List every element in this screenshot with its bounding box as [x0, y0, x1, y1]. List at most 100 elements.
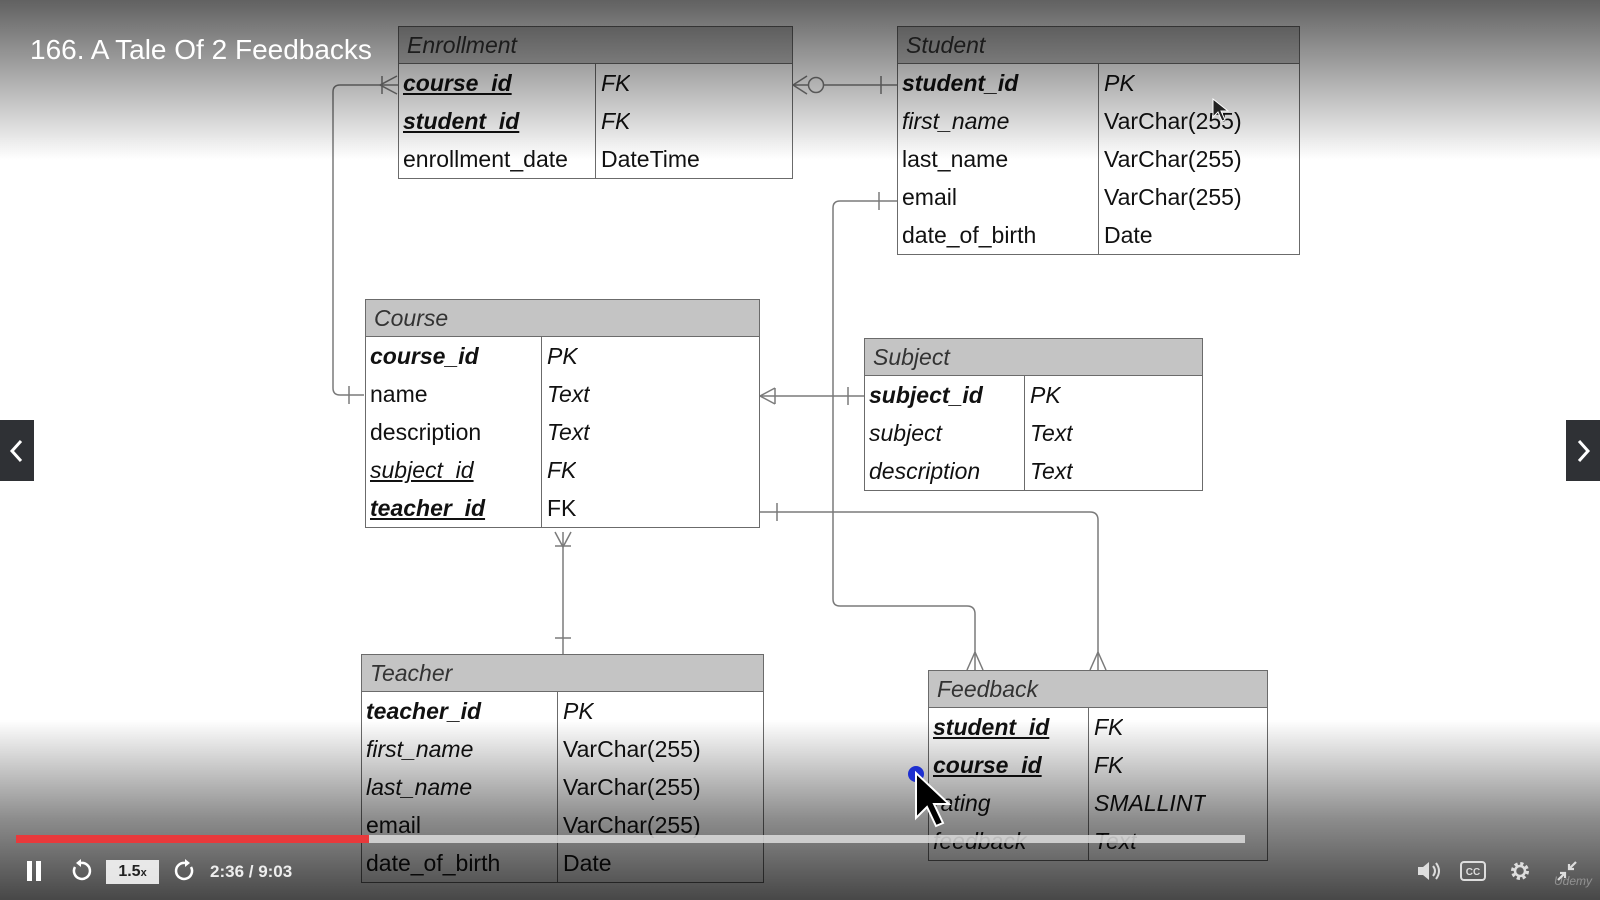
column-type: FK	[1094, 714, 1124, 740]
column-type: Text	[547, 419, 590, 445]
volume-icon	[1418, 862, 1440, 880]
column-type: VarChar(255)	[1104, 146, 1242, 172]
column-name: name	[366, 375, 542, 413]
svg-text:CC: CC	[1466, 867, 1480, 878]
column-name: date_of_birth	[362, 844, 558, 882]
table-course[interactable]: Course course_id PK name Text descriptio…	[365, 299, 760, 528]
relationship-lines	[332, 75, 1107, 671]
table-row: date_of_birth Date	[362, 844, 763, 882]
video-title: 166. A Tale Of 2 Feedbacks	[30, 34, 372, 65]
column-type: FK	[547, 495, 577, 521]
udemy-watermark: Udemy	[1553, 874, 1592, 888]
progress-bar[interactable]	[16, 835, 1245, 843]
table-row: date_of_birth Date	[898, 216, 1299, 254]
playback-speed-button[interactable]: 1.5x	[106, 860, 159, 884]
table-row: first_name VarChar(255)	[362, 730, 763, 768]
volume-button[interactable]	[1414, 856, 1444, 886]
progress-fill	[16, 835, 370, 843]
table-row: subject_id FK	[366, 451, 759, 489]
column-type: VarChar(255)	[563, 736, 701, 762]
playback-speed-value: 1.5	[118, 863, 141, 880]
column-type: PK	[563, 698, 594, 724]
column-name: course_id	[366, 337, 542, 375]
previous-lecture-button[interactable]	[0, 420, 34, 481]
table-row: teacher_id FK	[366, 489, 759, 527]
table-row: student_id PK	[898, 64, 1299, 102]
table-row: student_id FK	[929, 708, 1267, 746]
column-name: subject_id	[366, 451, 542, 489]
column-type: DateTime	[601, 146, 700, 172]
table-row: rating SMALLINT	[929, 784, 1267, 822]
column-type: FK	[601, 70, 631, 96]
column-type: PK	[547, 343, 578, 369]
table-title: Student	[898, 27, 1299, 64]
table-row: last_name VarChar(255)	[362, 768, 763, 806]
forward-button[interactable]	[170, 856, 200, 886]
table-row: first_name VarChar(255)	[898, 102, 1299, 140]
column-name: student_id	[898, 64, 1099, 102]
column-type: SMALLINT	[1094, 790, 1207, 816]
table-teacher[interactable]: Teacher teacher_id PK first_name VarChar…	[361, 654, 764, 883]
table-subject[interactable]: Subject subject_id PK subject Text descr…	[864, 338, 1203, 491]
column-type: Text	[1030, 458, 1073, 484]
chevron-right-icon	[1577, 439, 1591, 462]
column-type: FK	[547, 457, 577, 483]
table-row: name Text	[366, 375, 759, 413]
table-feedback[interactable]: Feedback student_id FK course_id FK rati…	[928, 670, 1268, 861]
next-lecture-button[interactable]	[1566, 420, 1600, 481]
column-name: enrollment_date	[399, 140, 596, 178]
column-type: PK	[1104, 70, 1135, 96]
column-name: date_of_birth	[898, 216, 1099, 254]
table-row: course_id PK	[366, 337, 759, 375]
time-display: 2:36 / 9:03	[210, 862, 293, 881]
column-type: Date	[563, 850, 612, 876]
column-name: student_id	[929, 708, 1089, 746]
column-type: FK	[1094, 752, 1124, 778]
rewind-icon	[72, 859, 92, 881]
table-student[interactable]: Student student_id PK first_name VarChar…	[897, 26, 1300, 255]
mouse-pointer-icon	[915, 770, 952, 828]
pause-icon	[27, 861, 41, 881]
column-name: last_name	[362, 768, 558, 806]
table-row: subject_id PK	[865, 376, 1202, 414]
settings-button[interactable]	[1505, 856, 1535, 886]
column-name: teacher_id	[366, 489, 542, 527]
table-title: Course	[366, 300, 759, 337]
rewind-button[interactable]	[66, 856, 96, 886]
column-name: description	[366, 413, 542, 451]
table-row: description Text	[865, 452, 1202, 490]
gear-icon	[1511, 862, 1529, 880]
column-type: VarChar(255)	[1104, 184, 1242, 210]
table-title: Enrollment	[399, 27, 792, 64]
table-title: Teacher	[362, 655, 763, 692]
captions-icon: CC	[1460, 861, 1486, 881]
video-frame[interactable]: Enrollment course_id FK student_id FK en…	[0, 0, 1600, 900]
link-course-feedback	[760, 511, 1099, 670]
mouse-pointer-icon	[1212, 97, 1230, 122]
chevron-left-icon	[9, 439, 23, 462]
column-name: subject_id	[865, 376, 1025, 414]
table-row: student_id FK	[399, 102, 792, 140]
table-row: email VarChar(255)	[898, 178, 1299, 216]
table-row: subject Text	[865, 414, 1202, 452]
column-name: first_name	[898, 102, 1099, 140]
column-type: Text	[1030, 420, 1073, 446]
table-row: enrollment_date DateTime	[399, 140, 792, 178]
column-name: last_name	[898, 140, 1099, 178]
column-name: course_id	[399, 64, 596, 102]
playback-speed-suffix: x	[140, 867, 147, 879]
table-enrollment[interactable]: Enrollment course_id FK student_id FK en…	[398, 26, 793, 179]
table-row: course_id FK	[399, 64, 792, 102]
forward-icon	[174, 859, 194, 881]
table-row: course_id FK	[929, 746, 1267, 784]
table-row: teacher_id PK	[362, 692, 763, 730]
table-title: Subject	[865, 339, 1202, 376]
pause-button[interactable]	[22, 856, 46, 886]
column-type: PK	[1030, 382, 1061, 408]
column-type: FK	[601, 108, 631, 134]
column-name: description	[865, 452, 1025, 490]
table-row: description Text	[366, 413, 759, 451]
captions-button[interactable]: CC	[1458, 856, 1488, 886]
column-name: subject	[865, 414, 1025, 452]
column-type: Text	[547, 381, 590, 407]
